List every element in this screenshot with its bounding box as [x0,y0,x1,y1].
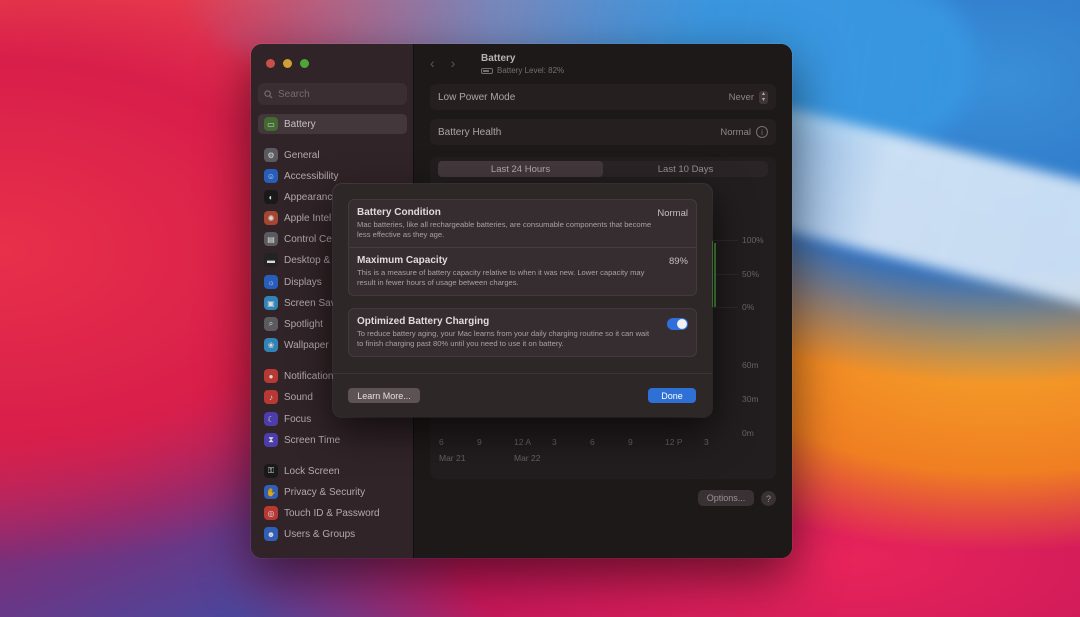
done-button[interactable]: Done [648,388,696,403]
battery-condition-title: Battery Condition [357,207,441,218]
battery-health-sheet: Battery Condition Normal Mac batteries, … [333,184,712,417]
battery-info-group: Battery Condition Normal Mac batteries, … [348,199,697,296]
optimized-charging-toggle[interactable] [667,318,688,330]
battery-condition-item: Battery Condition Normal Mac batteries, … [349,200,696,247]
maximum-capacity-value: 89% [668,256,688,267]
sheet-divider [333,373,712,374]
learn-more-button[interactable]: Learn More... [348,388,420,403]
optimized-charging-group: Optimized Battery Charging To reduce bat… [348,308,697,357]
optimized-charging-description: To reduce battery aging, your Mac learns… [357,329,650,348]
battery-condition-description: Mac batteries, like all rechargeable bat… [357,220,652,239]
optimized-charging-title: Optimized Battery Charging [357,316,490,327]
battery-condition-value: Normal [657,208,688,219]
maximum-capacity-title: Maximum Capacity [357,255,448,266]
maximum-capacity-description: This is a measure of battery capacity re… [357,268,645,287]
optimized-charging-item: Optimized Battery Charging To reduce bat… [349,309,696,356]
maximum-capacity-item: Maximum Capacity 89% This is a measure o… [349,247,696,295]
